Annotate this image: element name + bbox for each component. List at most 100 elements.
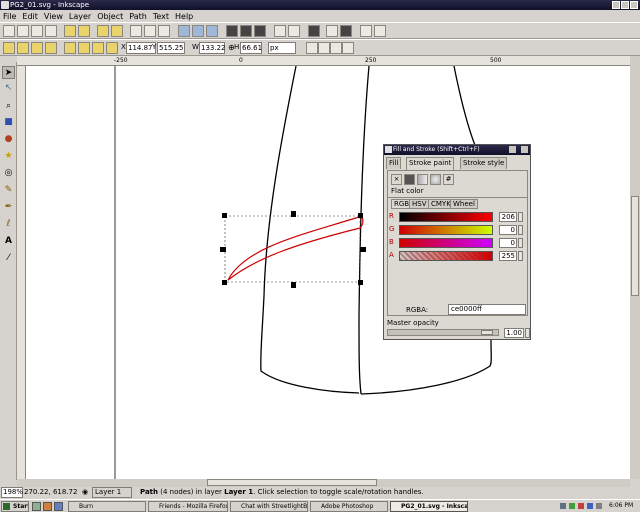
preferences-icon[interactable] (374, 25, 386, 37)
menu-layer[interactable]: Layer (69, 12, 91, 21)
open-icon[interactable] (17, 25, 29, 37)
red-value-field[interactable]: 206 (499, 212, 517, 222)
blue-slider[interactable] (399, 238, 493, 248)
menu-object[interactable]: Object (97, 12, 123, 21)
horizontal-scroll-thumb[interactable] (207, 479, 377, 486)
alpha-spin-button[interactable] (518, 251, 523, 261)
menu-file[interactable]: File (3, 12, 16, 21)
no-paint-icon[interactable]: × (391, 174, 402, 185)
layer-visibility-icon[interactable]: ◉ (82, 486, 88, 499)
tray-security-icon[interactable] (578, 503, 584, 509)
tray-app-icon[interactable] (569, 503, 575, 509)
task-chat[interactable]: Chat with StreetlightBat... (230, 501, 308, 512)
minimize-button[interactable] (612, 1, 620, 9)
fill-stroke-dialog-icon[interactable] (360, 25, 372, 37)
maximize-button[interactable] (621, 1, 629, 9)
menu-path[interactable]: Path (129, 12, 147, 21)
tray-messenger-icon[interactable] (587, 503, 593, 509)
scale-handle[interactable] (291, 211, 296, 217)
xml-editor-icon[interactable] (340, 25, 352, 37)
import-icon[interactable] (64, 25, 76, 37)
green-spin-button[interactable] (518, 225, 523, 235)
pencil-tool-icon[interactable]: ✎ (2, 184, 15, 197)
tray-network-icon[interactable] (560, 503, 566, 509)
text-tool-icon[interactable]: A (2, 235, 15, 248)
raise-to-top-icon[interactable] (64, 42, 76, 54)
scale-handle[interactable] (220, 247, 226, 252)
ungroup-icon[interactable] (288, 25, 300, 37)
calligraphy-tool-icon[interactable]: ℓ (2, 218, 15, 231)
w-field[interactable]: 133.22 (199, 42, 226, 54)
scale-handle[interactable] (222, 280, 227, 285)
dialog-close-button[interactable] (521, 146, 528, 153)
master-opacity-field[interactable]: 1.00 (504, 328, 524, 338)
linear-gradient-icon[interactable] (417, 174, 428, 185)
tray-volume-icon[interactable] (596, 503, 602, 509)
red-spin-button[interactable] (518, 212, 523, 222)
menu-help[interactable]: Help (175, 12, 193, 21)
task-burn[interactable]: Burn (68, 501, 146, 512)
drawing-canvas[interactable] (26, 66, 630, 479)
h-field[interactable]: 66.61 (240, 42, 262, 54)
duplicate-icon[interactable] (226, 25, 238, 37)
menu-edit[interactable]: Edit (22, 12, 38, 21)
rgba-field[interactable]: ce0000ff (448, 304, 526, 315)
lower-to-bottom-icon[interactable] (106, 42, 118, 54)
task-inkscape[interactable]: PG2_01.svg - Inkscape (390, 501, 468, 512)
select-all-icon[interactable] (3, 42, 15, 54)
close-button[interactable] (630, 1, 638, 9)
zoom-page-icon[interactable] (206, 25, 218, 37)
zoom-selection-icon[interactable] (178, 25, 190, 37)
dropper-tool-icon[interactable]: ⁄ (2, 252, 15, 265)
radial-gradient-icon[interactable] (430, 174, 441, 185)
menu-view[interactable]: View (44, 12, 63, 21)
y-field[interactable]: 515.25 (157, 42, 185, 54)
move-gradients-icon[interactable] (330, 42, 342, 54)
layer-select[interactable]: Layer 1 (92, 487, 132, 498)
ellipse-tool-icon[interactable]: ● (2, 133, 15, 146)
pattern-icon[interactable]: # (443, 174, 454, 185)
quicklaunch-desktop-icon[interactable] (32, 502, 41, 511)
paste-icon[interactable] (158, 25, 170, 37)
master-opacity-thumb[interactable] (481, 330, 493, 335)
undo-icon[interactable] (97, 25, 109, 37)
scale-handle[interactable] (358, 213, 363, 218)
new-document-icon[interactable] (3, 25, 15, 37)
task-firefox[interactable]: Friends - Mozilla Firefox (148, 501, 228, 512)
quicklaunch-firefox-icon[interactable] (43, 502, 52, 511)
print-icon[interactable] (45, 25, 57, 37)
unlink-clone-icon[interactable] (254, 25, 266, 37)
scale-handle[interactable] (358, 280, 363, 285)
move-patterns-icon[interactable] (342, 42, 354, 54)
spiral-tool-icon[interactable]: ◎ (2, 167, 15, 180)
green-slider[interactable] (399, 225, 493, 235)
redo-icon[interactable] (111, 25, 123, 37)
selected-red-path[interactable] (227, 215, 364, 281)
align-distribute-icon[interactable] (308, 25, 320, 37)
dialog-minimize-button[interactable] (509, 146, 516, 153)
star-tool-icon[interactable]: ★ (2, 150, 15, 163)
rectangle-tool-icon[interactable]: ■ (2, 116, 15, 129)
zoom-field[interactable]: 198% (1, 487, 23, 498)
scale-handles[interactable] (220, 211, 366, 288)
red-slider[interactable] (399, 212, 493, 222)
unit-select[interactable]: px (268, 42, 296, 54)
copy-icon[interactable] (130, 25, 142, 37)
scale-stroke-icon[interactable] (306, 42, 318, 54)
master-opacity-spin[interactable] (525, 328, 530, 338)
task-photoshop[interactable]: Adobe Photoshop (310, 501, 388, 512)
scale-handle[interactable] (360, 247, 366, 252)
blue-value-field[interactable]: 0 (499, 238, 517, 248)
tab-wheel[interactable]: Wheel (450, 199, 478, 209)
save-icon[interactable] (31, 25, 43, 37)
blue-spin-button[interactable] (518, 238, 523, 248)
quicklaunch-explorer-icon[interactable] (54, 502, 63, 511)
export-icon[interactable] (78, 25, 90, 37)
rotate-ccw-icon[interactable] (17, 42, 29, 54)
green-value-field[interactable]: 0 (499, 225, 517, 235)
tab-stroke-style[interactable]: Stroke style (460, 157, 508, 169)
flat-color-icon[interactable] (404, 174, 415, 185)
raise-icon[interactable] (78, 42, 90, 54)
node-tool-icon[interactable]: ↖ (2, 82, 15, 95)
cut-icon[interactable] (144, 25, 156, 37)
